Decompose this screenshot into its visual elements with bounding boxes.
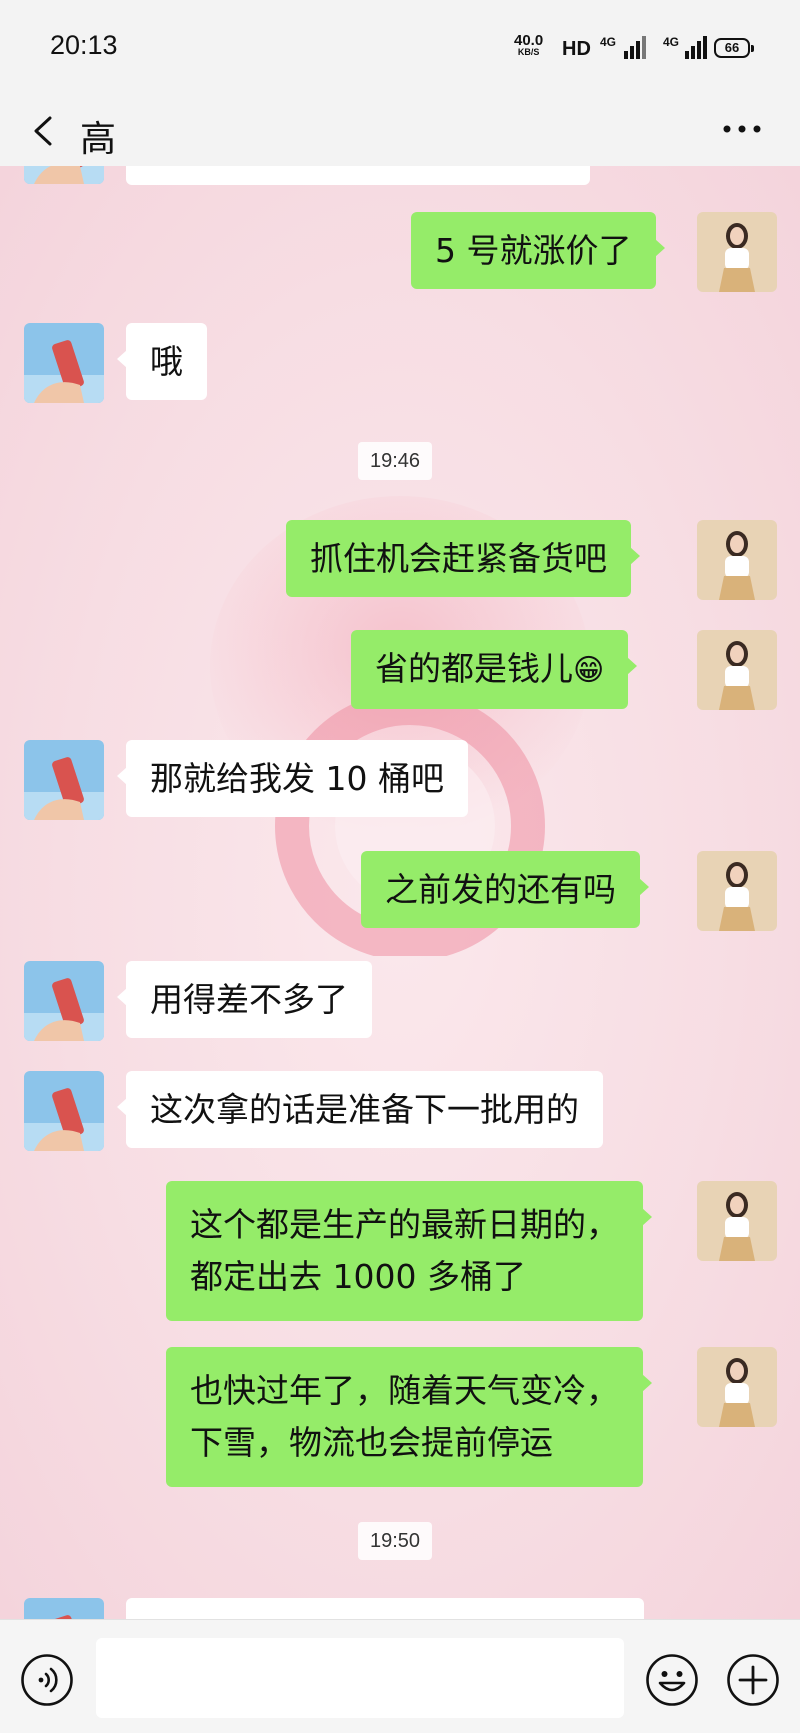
message-text: 省的都是钱儿: [375, 649, 573, 688]
contact-avatar[interactable]: [24, 961, 104, 1041]
message-bubble-incoming[interactable]: [126, 1598, 644, 1619]
message-timestamp: 19:50: [358, 1522, 433, 1560]
message-input[interactable]: [96, 1638, 624, 1718]
contact-avatar[interactable]: [24, 166, 104, 184]
contact-avatar[interactable]: [24, 323, 104, 403]
self-avatar[interactable]: [697, 1347, 777, 1427]
message-text: 抓住机会赶紧备货吧: [310, 539, 607, 578]
contact-avatar[interactable]: [24, 1071, 104, 1151]
message-text-line: 下雪，物流也会提前停运: [190, 1423, 553, 1462]
self-avatar[interactable]: [697, 520, 777, 600]
message-bubble-outgoing[interactable]: 这个都是生产的最新日期的， 都定出去 1000 多桶了: [166, 1181, 652, 1321]
message-bubble-outgoing[interactable]: 也快过年了，随着天气变冷， 下雪，物流也会提前停运: [166, 1347, 652, 1487]
plus-circle-icon[interactable]: [726, 1653, 780, 1707]
chat-title: 高: [80, 119, 117, 160]
message-bubble-outgoing[interactable]: 省的都是钱儿😁: [351, 630, 638, 709]
message-text-line: 都定出去 1000 多桶了: [190, 1257, 526, 1296]
status-bar: 20:13 40.0 KB/S HD 4G 4G 66: [0, 0, 800, 96]
message-text: 之前发的还有吗: [385, 870, 616, 909]
more-dots-icon[interactable]: [722, 124, 762, 134]
hd-indicator: HD: [562, 38, 591, 60]
network-speed-unit: KB/S: [517, 47, 540, 57]
message-text: 用得差不多了: [150, 980, 348, 1019]
message-timestamp: 19:46: [358, 442, 433, 480]
network-speed: 40.0 KB/S: [514, 33, 543, 57]
signal-2-label: 4G: [663, 35, 680, 49]
message-text: 这次拿的话是准备下一批用的: [150, 1090, 579, 1129]
chat-message-list[interactable]: 5 号就涨价了 哦 19:46 抓住机会赶紧备货吧 省的都是钱儿😁 那就给我发 …: [0, 166, 800, 1619]
message-bubble-incoming[interactable]: 这次拿的话是准备下一批用的: [117, 1071, 603, 1148]
message-bubble-outgoing[interactable]: 之前发的还有吗: [361, 851, 649, 928]
voice-icon[interactable]: [20, 1653, 74, 1707]
contact-avatar[interactable]: [24, 740, 104, 820]
message-text: 哦: [150, 342, 183, 381]
message-bubble-incoming[interactable]: 那就给我发 10 桶吧: [117, 740, 468, 817]
grinning-face-emoji: 😁: [573, 653, 605, 688]
status-time: 20:13: [50, 30, 118, 60]
message-bubble-incoming[interactable]: 哦: [117, 323, 207, 400]
self-avatar[interactable]: [697, 630, 777, 710]
emoji-smile-icon[interactable]: [645, 1653, 699, 1707]
message-text: 那就给我发 10 桶吧: [150, 759, 444, 798]
contact-avatar[interactable]: [24, 1598, 104, 1619]
self-avatar[interactable]: [697, 851, 777, 931]
message-text-line: 这个都是生产的最新日期的，: [190, 1205, 619, 1244]
message-bubble-outgoing[interactable]: 5 号就涨价了: [411, 212, 664, 289]
network-speed-value: 40.0: [514, 32, 544, 49]
chevron-left-icon[interactable]: [30, 116, 56, 146]
message-text-line: 也快过年了，随着天气变冷，: [190, 1371, 619, 1410]
chat-header: 高: [0, 96, 800, 166]
message-text: 5 号就涨价了: [435, 231, 632, 270]
battery-level: 66: [724, 40, 740, 55]
message-bubble-outgoing[interactable]: 抓住机会赶紧备货吧: [286, 520, 640, 597]
signal-1-label: 4G: [600, 35, 617, 49]
message-bubble-incoming[interactable]: 用得差不多了: [117, 961, 372, 1038]
signal-2-icon: 4G: [663, 33, 709, 61]
battery-icon: 66: [714, 38, 754, 58]
self-avatar[interactable]: [697, 1181, 777, 1261]
message-input-bar: [0, 1619, 800, 1733]
message-bubble-incoming[interactable]: [126, 166, 590, 185]
signal-1-icon: 4G: [600, 33, 646, 61]
self-avatar[interactable]: [697, 212, 777, 292]
